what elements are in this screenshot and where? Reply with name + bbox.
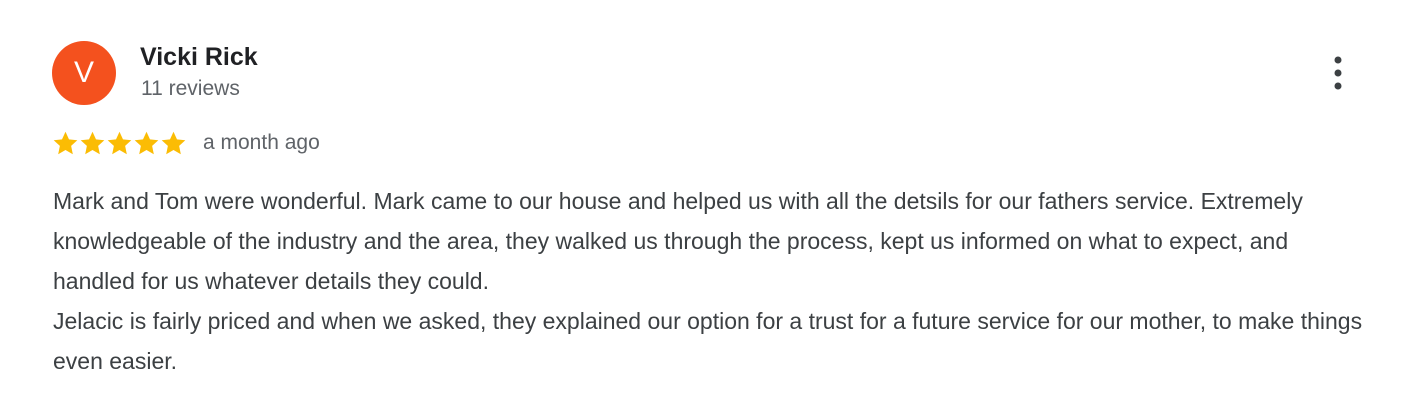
reviewer-name[interactable]: Vicki Rick: [140, 42, 258, 72]
review-paragraph: Mark and Tom were wonderful. Mark came t…: [53, 188, 1303, 294]
star-icon: [134, 131, 159, 154]
reviewer-avatar[interactable]: V: [52, 41, 116, 105]
star-icon: [107, 131, 132, 154]
review-text: Mark and Tom were wonderful. Mark came t…: [53, 181, 1373, 381]
reviewer-review-count: 11 reviews: [141, 77, 240, 100]
more-options-button[interactable]: [1318, 50, 1358, 96]
star-icon: [161, 131, 186, 154]
review-paragraph: Jelacic is fairly priced and when we ask…: [53, 308, 1363, 374]
more-vert-icon: [1334, 56, 1342, 90]
star-rating: [52, 130, 187, 157]
review-date: a month ago: [203, 131, 320, 154]
avatar-initial: V: [73, 56, 94, 89]
star-icon: [80, 131, 105, 154]
rating-row: a month ago: [52, 128, 320, 158]
star-icon: [53, 131, 78, 154]
